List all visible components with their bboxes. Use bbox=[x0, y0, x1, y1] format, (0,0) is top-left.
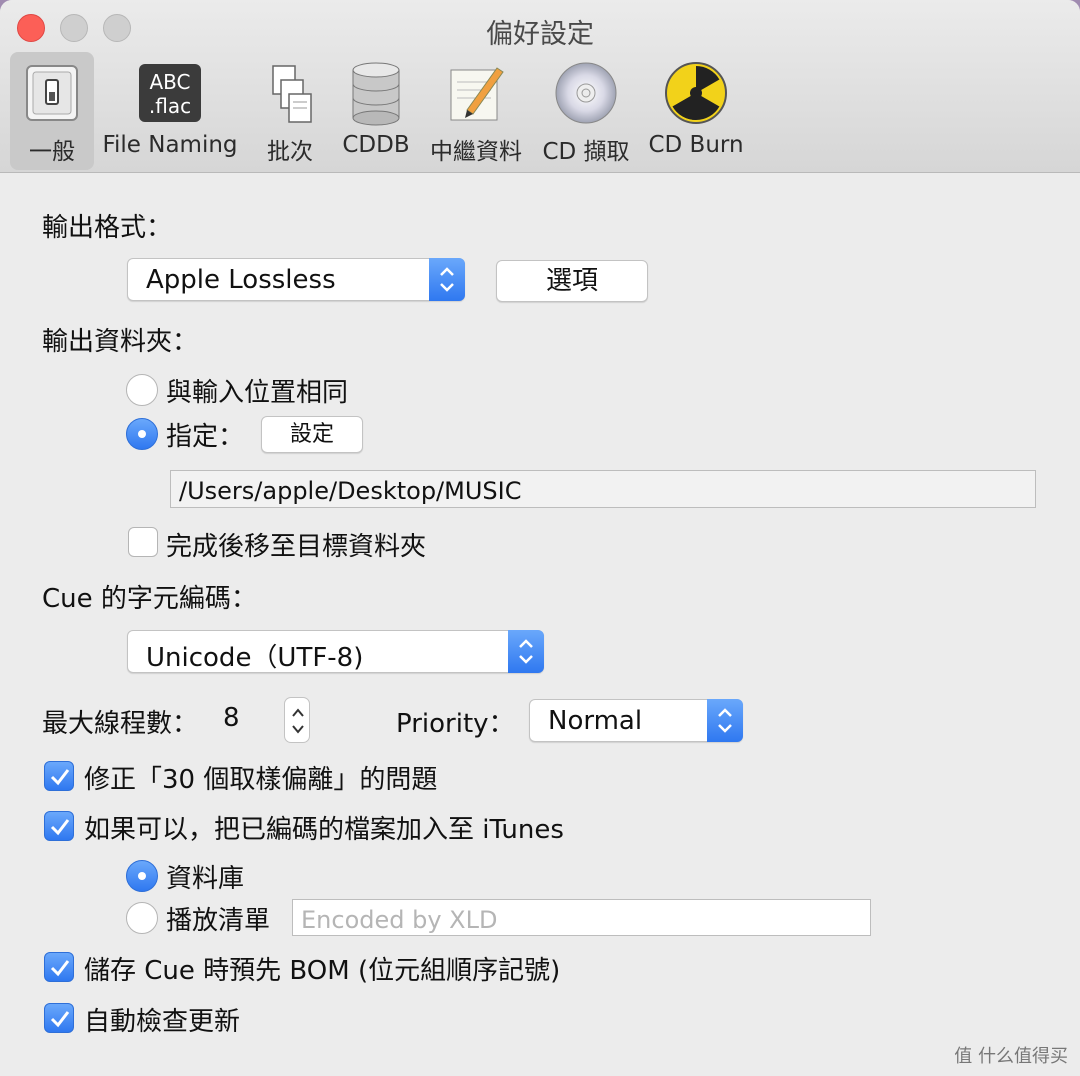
tab-cddb[interactable]: CDDB bbox=[334, 52, 418, 170]
priority-value: Normal bbox=[548, 706, 643, 736]
priority-label: Priority： bbox=[396, 709, 515, 739]
output-path-field[interactable]: /Users/apple/Desktop/MUSIC bbox=[170, 470, 1036, 508]
playlist-radio[interactable] bbox=[126, 902, 158, 934]
checkmark-icon bbox=[50, 960, 70, 977]
auto-update-checkbox[interactable] bbox=[44, 1003, 74, 1033]
fix-offset-label: 修正「30 個取樣偏離」的問題 bbox=[84, 765, 438, 795]
icon-text-flac: .flac bbox=[149, 94, 191, 118]
priority-popup[interactable]: Normal bbox=[529, 699, 743, 742]
database-icon bbox=[343, 60, 409, 126]
playlist-name-field[interactable]: Encoded by XLD bbox=[292, 899, 871, 936]
move-after-checkbox[interactable] bbox=[128, 527, 158, 557]
abc-flac-icon: ABC .flac bbox=[137, 60, 203, 126]
playlist-name-placeholder: Encoded by XLD bbox=[301, 906, 498, 934]
preferences-window: 偏好設定 一般 ABC .flac File Naming 批次 CDDB 中繼… bbox=[0, 0, 1080, 1076]
tab-batch[interactable]: 批次 bbox=[248, 52, 332, 170]
format-options-button[interactable]: 選項 bbox=[496, 260, 648, 302]
tab-general[interactable]: 一般 bbox=[10, 52, 94, 170]
documents-icon bbox=[257, 60, 323, 126]
checkmark-icon bbox=[50, 769, 70, 786]
tab-cddb-label: CDDB bbox=[342, 132, 410, 158]
specify-folder-label: 指定： bbox=[166, 422, 245, 452]
tab-cd-burn[interactable]: CD Burn bbox=[646, 52, 746, 170]
tab-metadata[interactable]: 中繼資料 bbox=[426, 52, 526, 170]
output-folder-label: 輸出資料夾： bbox=[42, 327, 199, 357]
popup-arrows-icon bbox=[429, 258, 465, 301]
same-as-input-label: 與輸入位置相同 bbox=[166, 378, 349, 408]
save-bom-checkbox[interactable] bbox=[44, 952, 74, 982]
max-threads-value: 8 bbox=[223, 703, 240, 733]
move-after-label: 完成後移至目標資料夾 bbox=[166, 532, 427, 562]
add-itunes-label: 如果可以，把已編碼的檔案加入至 iTunes bbox=[84, 815, 564, 845]
popup-arrows-icon bbox=[508, 630, 544, 673]
tab-general-label: 一般 bbox=[29, 139, 75, 165]
cd-icon bbox=[553, 60, 619, 126]
pencil-document-icon bbox=[443, 60, 509, 126]
max-threads-label: 最大線程數： bbox=[42, 709, 199, 739]
output-format-popup[interactable]: Apple Lossless bbox=[127, 258, 465, 301]
window-title: 偏好設定 bbox=[486, 19, 594, 50]
library-label: 資料庫 bbox=[166, 864, 245, 894]
auto-update-label: 自動檢查更新 bbox=[84, 1007, 241, 1037]
library-radio[interactable] bbox=[126, 860, 158, 892]
watermark: 值 什么值得买 bbox=[954, 1046, 1068, 1067]
checkmark-icon bbox=[50, 819, 70, 836]
output-path-value: /Users/apple/Desktop/MUSIC bbox=[179, 477, 522, 505]
tab-file-naming-label: File Naming bbox=[102, 132, 238, 158]
cue-encoding-value: Unicode（UTF-8) bbox=[146, 643, 364, 673]
save-bom-label: 儲存 Cue 時預先 BOM (位元組順序記號) bbox=[84, 956, 561, 986]
tab-metadata-label: 中繼資料 bbox=[430, 139, 522, 165]
popup-arrows-icon bbox=[707, 699, 743, 742]
icon-text-abc: ABC bbox=[149, 70, 190, 94]
tab-cd-rip[interactable]: CD 擷取 bbox=[536, 52, 636, 170]
playlist-label: 播放清單 bbox=[166, 906, 271, 936]
checkmark-icon bbox=[50, 1011, 70, 1028]
cue-encoding-label: Cue 的字元編碼： bbox=[42, 584, 257, 614]
tab-batch-label: 批次 bbox=[267, 139, 313, 165]
toolbar: 偏好設定 一般 ABC .flac File Naming 批次 CDDB 中繼… bbox=[0, 0, 1080, 173]
tab-cd-rip-label: CD 擷取 bbox=[542, 139, 630, 165]
burn-icon bbox=[663, 60, 729, 126]
specify-folder-radio[interactable] bbox=[126, 418, 158, 450]
cue-encoding-popup[interactable]: Unicode（UTF-8) bbox=[127, 630, 544, 673]
stepper-arrows-icon bbox=[292, 708, 304, 734]
fix-offset-checkbox[interactable] bbox=[44, 761, 74, 791]
output-format-value: Apple Lossless bbox=[146, 265, 336, 295]
threads-stepper[interactable] bbox=[284, 697, 310, 743]
tab-cd-burn-label: CD Burn bbox=[648, 132, 744, 158]
tab-file-naming[interactable]: ABC .flac File Naming bbox=[100, 52, 240, 170]
switch-icon bbox=[19, 60, 85, 126]
set-folder-button[interactable]: 設定 bbox=[261, 416, 363, 453]
add-itunes-checkbox[interactable] bbox=[44, 811, 74, 841]
output-format-label: 輸出格式： bbox=[42, 213, 173, 243]
same-as-input-radio[interactable] bbox=[126, 374, 158, 406]
